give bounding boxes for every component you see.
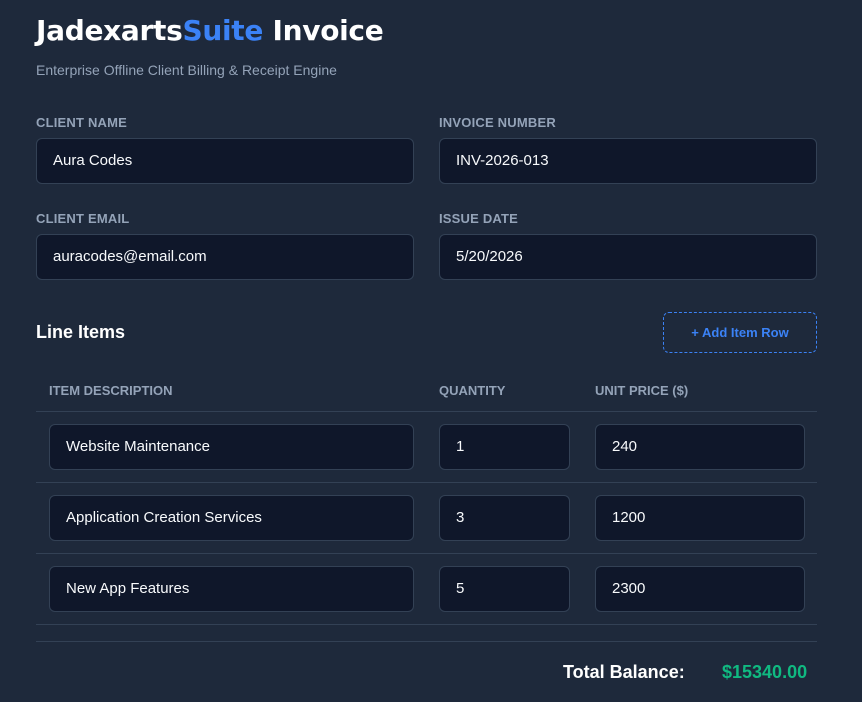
item-description-input[interactable]: Website Maintenance [49,424,414,470]
row-divider [36,624,817,625]
page-subtitle: Enterprise Offline Client Billing & Rece… [36,62,337,78]
item-quantity-input[interactable]: 5 [439,566,570,612]
add-item-row-button[interactable]: + Add Item Row [663,312,817,353]
client-email-input[interactable]: auracodes@email.com [36,234,414,280]
row-divider [36,553,817,554]
column-header-description: ITEM DESCRIPTION [49,383,173,398]
table-header-divider [36,411,817,412]
item-quantity-input[interactable]: 3 [439,495,570,541]
invoice-number-label: INVOICE NUMBER [439,115,556,130]
item-unit-price-input[interactable]: 1200 [595,495,805,541]
page-title: JadexartsSuite Invoice [36,14,384,47]
title-brand: Jadexarts [36,14,183,47]
issue-date-input[interactable]: 5/20/2026 [439,234,817,280]
column-header-quantity: QUANTITY [439,383,506,398]
item-unit-price-input[interactable]: 240 [595,424,805,470]
title-suffix: Invoice [263,14,384,47]
client-email-label: CLIENT EMAIL [36,211,130,226]
item-quantity-input[interactable]: 1 [439,424,570,470]
client-name-label: CLIENT NAME [36,115,128,130]
item-description-input[interactable]: New App Features [49,566,414,612]
invoice-number-input[interactable]: INV-2026-013 [439,138,817,184]
item-description-input[interactable]: Application Creation Services [49,495,414,541]
client-name-input[interactable]: Aura Codes [36,138,414,184]
title-accent: Suite [182,14,264,47]
item-unit-price-input[interactable]: 2300 [595,566,805,612]
line-items-title: Line Items [36,322,126,342]
row-divider [36,482,817,483]
issue-date-label: ISSUE DATE [439,211,519,226]
total-balance-label: Total Balance: [563,662,685,682]
total-balance-value: $15340.00 [722,662,808,682]
totals-divider [36,641,817,642]
column-header-unit-price: UNIT PRICE ($) [595,383,689,398]
